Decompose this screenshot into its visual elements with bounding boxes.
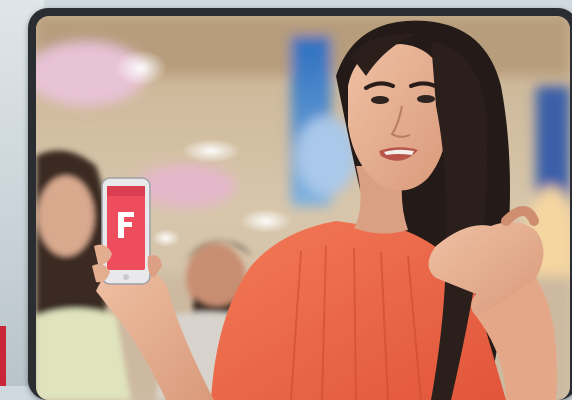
home-button-icon: [123, 274, 129, 280]
video-screen[interactable]: [36, 16, 570, 400]
device-frame: [28, 8, 572, 400]
ceiling-light: [181, 139, 241, 163]
eye: [371, 96, 389, 104]
eye: [417, 95, 435, 103]
phone-app-screen: [107, 186, 145, 270]
smartphone: [101, 177, 151, 285]
ceiling-light: [240, 209, 292, 233]
accent-edge: [0, 326, 6, 386]
scene-photo: [36, 16, 570, 400]
ceiling-light: [152, 229, 180, 247]
ceiling-light: [115, 50, 167, 86]
